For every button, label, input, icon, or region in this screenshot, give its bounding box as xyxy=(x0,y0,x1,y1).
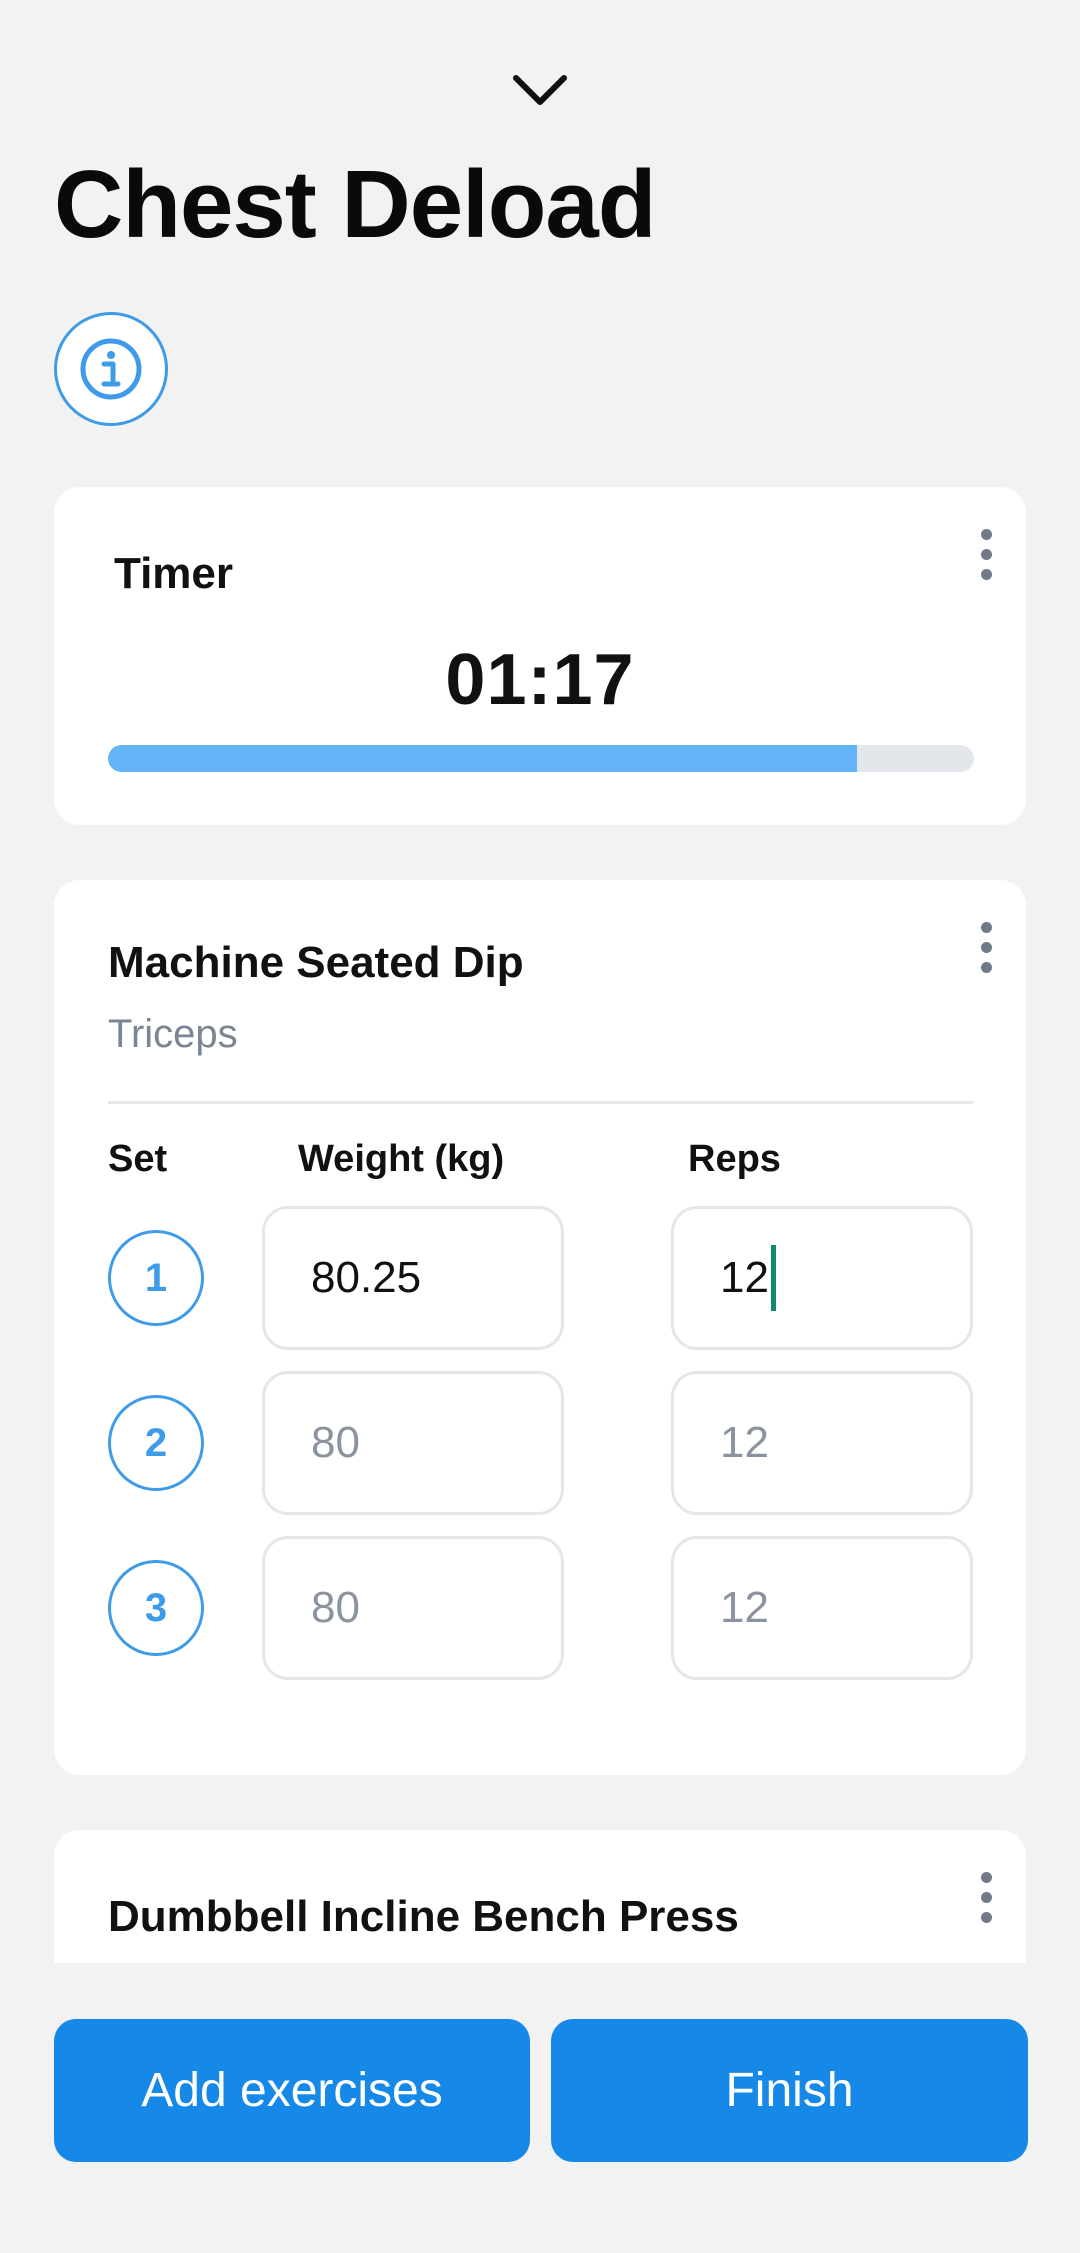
text-cursor xyxy=(770,1245,776,1311)
timer-card: Timer 01:17 xyxy=(54,487,1026,825)
reps-input-value: 12 xyxy=(720,1253,769,1302)
weight-input-placeholder: 80 xyxy=(311,1418,360,1467)
reps-input[interactable]: 12 xyxy=(671,1536,973,1680)
weight-input-value: 80.25 xyxy=(311,1253,422,1302)
page-title: Chest Deload xyxy=(54,151,656,258)
reps-input[interactable]: 12 xyxy=(671,1206,973,1350)
chevron-down-icon[interactable] xyxy=(505,60,575,120)
weight-input[interactable]: 80.25 xyxy=(262,1206,564,1350)
exercise-name: Machine Seated Dip xyxy=(108,938,524,987)
weight-input[interactable]: 80 xyxy=(262,1536,564,1680)
set-number-badge[interactable]: 2 xyxy=(108,1395,204,1491)
timer-value: 01:17 xyxy=(445,640,635,720)
reps-input-placeholder: 12 xyxy=(720,1418,769,1467)
column-header-reps: Reps xyxy=(688,1138,781,1180)
workout-screen: Chest Deload Timer 01:17 Machine Seated … xyxy=(0,0,1080,2253)
timer-label: Timer xyxy=(114,549,234,598)
reps-input-placeholder: 12 xyxy=(720,1583,769,1632)
set-number-badge[interactable]: 3 xyxy=(108,1560,204,1656)
more-vertical-icon[interactable] xyxy=(966,912,1006,982)
weight-input-placeholder: 80 xyxy=(311,1583,360,1632)
timer-progress-fill xyxy=(108,745,858,772)
exercise-muscle: Triceps xyxy=(108,1012,238,1056)
more-vertical-icon[interactable] xyxy=(966,519,1006,589)
add-exercises-button[interactable]: Add exercises xyxy=(54,2019,530,2162)
exercise-name: Dumbbell Incline Bench Press xyxy=(108,1892,739,1941)
column-header-set: Set xyxy=(108,1138,168,1180)
finish-button[interactable]: Finish xyxy=(551,2019,1028,2162)
divider xyxy=(108,1101,974,1104)
column-header-weight: Weight (kg) xyxy=(298,1138,505,1180)
info-icon[interactable] xyxy=(54,312,168,426)
exercise-card: Machine Seated Dip Triceps Set Weight (k… xyxy=(54,880,1026,1775)
set-number-badge[interactable]: 1 xyxy=(108,1230,204,1326)
more-vertical-icon[interactable] xyxy=(966,1862,1006,1932)
weight-input[interactable]: 80 xyxy=(262,1371,564,1515)
timer-progress-bar xyxy=(108,745,974,772)
reps-input[interactable]: 12 xyxy=(671,1371,973,1515)
